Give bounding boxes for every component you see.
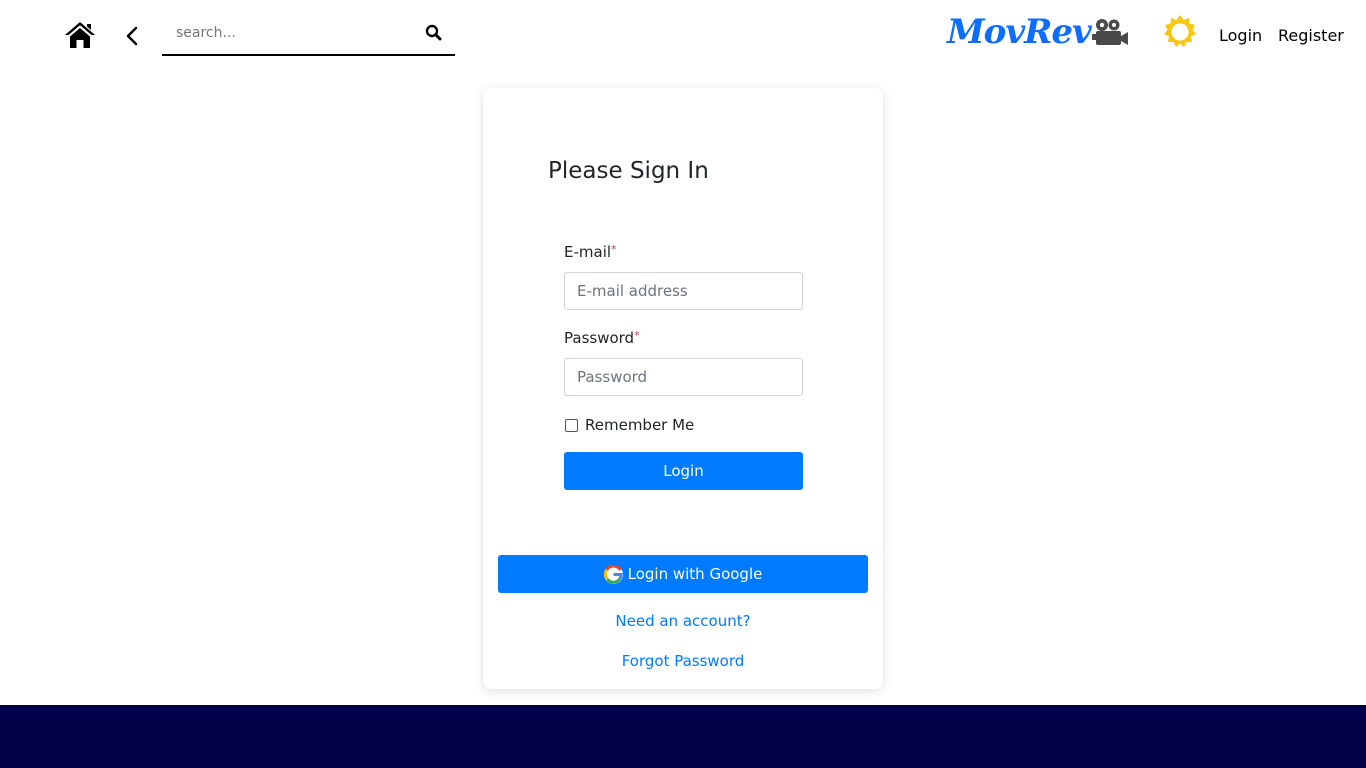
google-login-label: Login with Google	[627, 565, 763, 583]
need-account-link[interactable]: Need an account?	[483, 611, 883, 631]
video-camera-icon	[1091, 17, 1129, 49]
home-button[interactable]	[64, 20, 96, 50]
password-field[interactable]	[564, 358, 803, 396]
login-button[interactable]: Login	[564, 452, 803, 490]
search-input[interactable]	[162, 16, 412, 50]
email-label-text: E-mail	[564, 243, 612, 261]
nav-login-link[interactable]: Login	[1219, 25, 1262, 47]
email-field[interactable]	[564, 272, 803, 310]
password-required-mark: *	[634, 329, 640, 342]
brand-logo[interactable]: MovRev	[947, 10, 1092, 54]
forgot-password-link[interactable]: Forgot Password	[483, 651, 883, 671]
remember-me-checkbox[interactable]	[565, 418, 578, 432]
password-label-text: Password	[564, 329, 635, 347]
search-button[interactable]	[425, 24, 443, 42]
page-title: Please Sign In	[548, 158, 709, 184]
nav-register-link[interactable]: Register	[1278, 25, 1344, 47]
login-card: Please Sign In E-mail* Password* Remembe…	[483, 88, 883, 689]
chevron-left-icon	[126, 26, 138, 46]
sun-icon	[1164, 15, 1196, 47]
search-bar	[162, 12, 455, 56]
password-label: Password*	[564, 329, 640, 347]
remember-me[interactable]: Remember Me	[564, 415, 694, 435]
footer	[0, 705, 1366, 768]
google-login-button[interactable]: Login with Google	[498, 555, 868, 593]
top-navbar: MovRev Login Register	[0, 0, 1366, 72]
back-button[interactable]	[124, 26, 142, 46]
search-icon	[425, 24, 442, 41]
home-icon	[65, 22, 95, 48]
google-icon	[603, 564, 623, 584]
remember-me-label: Remember Me	[585, 416, 695, 434]
email-required-mark: *	[611, 243, 617, 256]
theme-toggle-button[interactable]	[1162, 14, 1198, 50]
email-label: E-mail*	[564, 243, 617, 261]
